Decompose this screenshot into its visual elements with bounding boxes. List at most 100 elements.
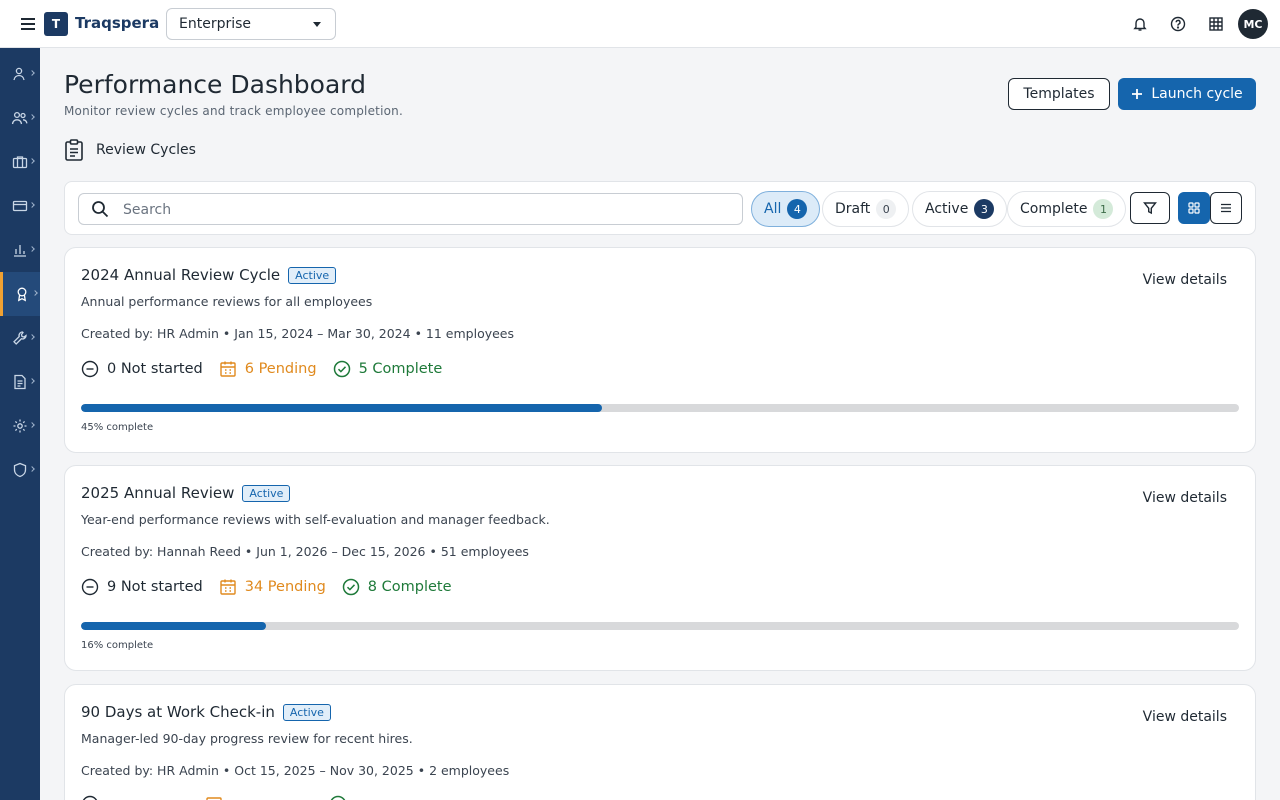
filter-count: 1 xyxy=(1093,199,1114,219)
status-badge: Active xyxy=(242,484,291,502)
stat-not-started: 9 Not started xyxy=(81,578,203,596)
org-select[interactable]: Enterprise xyxy=(166,8,336,40)
filter-chip-all[interactable]: All 4 xyxy=(751,191,821,227)
apps-grid-icon[interactable] xyxy=(1205,13,1227,35)
minus-circle-icon xyxy=(81,578,99,596)
wrench-icon xyxy=(13,331,27,345)
cycle-card: 2025 Annual Review Active View details Y… xyxy=(64,465,1256,671)
sidebar-item-person[interactable] xyxy=(0,52,40,96)
cycle-stats: 0 Not started 6 Pending 5 Complete xyxy=(81,360,442,378)
calendar-icon xyxy=(220,361,236,377)
stat-pending: 34 Pending xyxy=(219,578,326,596)
search-icon xyxy=(92,201,109,218)
clipboard-icon xyxy=(65,139,83,161)
caret-down-icon xyxy=(313,22,321,27)
sidebar-item-security[interactable] xyxy=(0,448,40,492)
stat-pending xyxy=(205,795,223,800)
bell-icon[interactable] xyxy=(1129,13,1151,35)
filter-chip-active[interactable]: Active 3 xyxy=(912,191,1008,227)
sidebar-item-tools[interactable] xyxy=(0,316,40,360)
progress-label: 16% complete xyxy=(81,640,154,651)
status-badge: Active xyxy=(288,266,337,284)
minus-circle-icon xyxy=(81,360,99,378)
filter-count: 0 xyxy=(876,199,897,219)
filter-button[interactable] xyxy=(1130,192,1170,224)
org-select-value: Enterprise xyxy=(179,16,252,32)
filter-count: 3 xyxy=(974,199,995,219)
grid-view-button[interactable] xyxy=(1178,192,1210,224)
stat-not-started xyxy=(81,795,99,800)
gear-icon xyxy=(13,419,27,433)
templates-button[interactable]: Templates xyxy=(1008,78,1110,110)
menu-icon[interactable] xyxy=(18,15,38,33)
person-icon xyxy=(13,67,25,81)
plus-icon xyxy=(1132,89,1143,99)
cycle-description: Manager-led 90-day progress review for r… xyxy=(81,731,413,746)
progress-label: 45% complete xyxy=(81,422,154,433)
cycle-card: 2024 Annual Review Cycle Active View det… xyxy=(64,247,1256,453)
cycle-stats: 9 Not started 34 Pending 8 Complete xyxy=(81,578,452,596)
page-subtitle: Monitor review cycles and track employee… xyxy=(64,104,403,118)
stat-complete xyxy=(329,795,347,800)
bar-chart-icon xyxy=(14,245,26,257)
sidebar-item-reviews[interactable] xyxy=(0,272,40,316)
progress-bar xyxy=(81,622,1239,630)
calendar-icon xyxy=(206,797,222,800)
check-circle-icon xyxy=(330,795,346,800)
avatar[interactable]: MC xyxy=(1238,9,1268,39)
help-icon[interactable] xyxy=(1167,13,1189,35)
list-view-icon xyxy=(1221,203,1231,213)
check-circle-icon xyxy=(333,360,350,378)
grid-view-icon xyxy=(1188,202,1200,214)
funnel-icon xyxy=(1143,202,1157,215)
status-badge: Active xyxy=(282,703,331,721)
filter-count: 4 xyxy=(787,199,808,219)
filter-bar: All 4 Draft 0 Active 3 Complete 1 xyxy=(64,181,1256,235)
section-header: Review Cycles xyxy=(64,138,196,162)
top-bar: T Traqspera Enterprise MC xyxy=(0,0,1280,48)
sidebar-item-briefcase[interactable] xyxy=(0,140,40,184)
filter-chip-label: Active xyxy=(925,201,969,217)
search-input[interactable] xyxy=(123,198,723,222)
view-details-button[interactable]: View details xyxy=(1131,705,1239,729)
cycle-description: Year-end performance reviews with self-e… xyxy=(81,512,550,527)
progress-bar xyxy=(81,404,1239,412)
launch-cycle-label: Launch cycle xyxy=(1151,86,1243,102)
sidebar-item-settings[interactable] xyxy=(0,404,40,448)
minus-circle-icon xyxy=(82,795,98,800)
cycle-meta: Created by: HR Admin • Jan 15, 2024 – Ma… xyxy=(81,326,515,341)
list-view-button[interactable] xyxy=(1210,192,1242,224)
search-box xyxy=(78,193,743,225)
card-icon xyxy=(12,200,28,212)
filter-chip-complete[interactable]: Complete 1 xyxy=(1007,191,1127,227)
document-icon xyxy=(14,374,26,390)
app-name: Traqspera xyxy=(75,14,160,32)
filter-chip-label: Complete xyxy=(1020,201,1088,217)
view-details-button[interactable]: View details xyxy=(1131,486,1239,510)
cycle-title: 90 Days at Work Check-in xyxy=(81,703,275,721)
sidebar-item-chart[interactable] xyxy=(0,228,40,272)
stat-pending: 6 Pending xyxy=(219,360,317,378)
people-icon xyxy=(11,111,28,125)
cycle-stats xyxy=(81,795,347,800)
sidebar-item-people[interactable] xyxy=(0,96,40,140)
cycle-card: 90 Days at Work Check-in Active View det… xyxy=(64,684,1256,800)
view-details-button[interactable]: View details xyxy=(1131,268,1239,292)
sidebar-item-card[interactable] xyxy=(0,184,40,228)
check-circle-icon xyxy=(342,578,360,596)
sidebar xyxy=(0,48,40,800)
cycle-description: Annual performance reviews for all emplo… xyxy=(81,294,373,309)
section-title: Review Cycles xyxy=(96,142,196,158)
progress-fill xyxy=(81,622,267,630)
briefcase-icon xyxy=(12,156,28,169)
cycle-meta: Created by: HR Admin • Oct 15, 2025 – No… xyxy=(81,763,510,778)
stat-complete: 8 Complete xyxy=(342,578,452,596)
filter-chip-draft[interactable]: Draft 0 xyxy=(822,191,910,227)
launch-cycle-button[interactable]: Launch cycle xyxy=(1118,78,1256,110)
cycle-title: 2025 Annual Review xyxy=(81,484,235,502)
sidebar-item-documents[interactable] xyxy=(0,360,40,404)
award-icon xyxy=(17,287,26,302)
cycle-title: 2024 Annual Review Cycle xyxy=(81,266,281,284)
calendar-icon xyxy=(220,579,236,595)
shield-icon xyxy=(13,462,27,478)
